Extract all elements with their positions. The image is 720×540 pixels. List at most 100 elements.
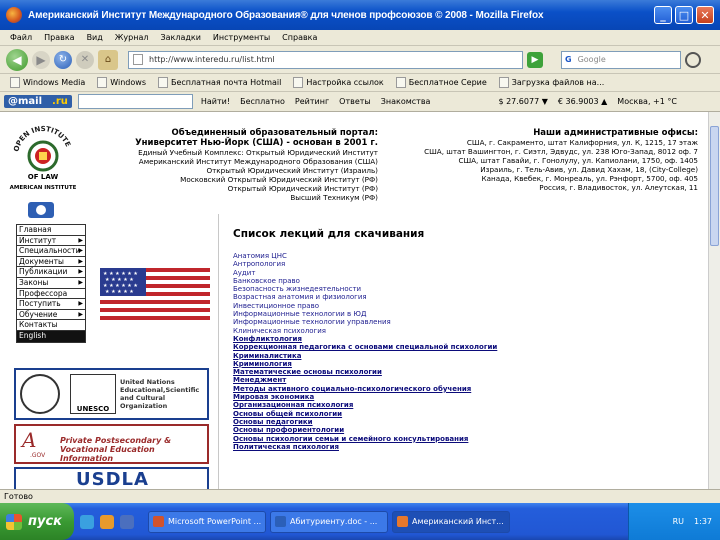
task-word[interactable]: Абитуриенту.doc - ...: [270, 510, 388, 533]
minimize-button[interactable]: _: [654, 6, 672, 24]
word-icon: [275, 516, 286, 527]
quicklaunch-desktop-icon[interactable]: [120, 514, 134, 529]
lecture-link[interactable]: Математические основы психологии: [233, 368, 693, 376]
menu-help[interactable]: Справка: [282, 33, 317, 42]
nav-item-contacts[interactable]: Контакты: [17, 320, 85, 331]
menu-bookmarks[interactable]: Закладки: [160, 33, 200, 42]
arrow-right-icon: ▶: [78, 300, 83, 308]
nav-item-english[interactable]: English: [17, 330, 85, 342]
firefox-icon: [397, 516, 408, 527]
lecture-link[interactable]: Антропология: [233, 260, 693, 268]
lecture-link[interactable]: Безопасность жизнедеятельности: [233, 285, 693, 293]
lecture-link[interactable]: Информационные технологии в ЮД: [233, 310, 693, 318]
unesco-banner[interactable]: UNESCO United Nations Educational,Scient…: [14, 368, 209, 420]
bookmark-item[interactable]: Бесплатная почта Hotmail: [158, 77, 281, 88]
stop-button[interactable]: ✕: [76, 50, 94, 69]
language-indicator[interactable]: RU: [673, 517, 684, 526]
mailru-item[interactable]: Знакомства: [381, 97, 431, 106]
nav-item-publications[interactable]: Публикации ▶: [17, 267, 85, 278]
nav-item-admission[interactable]: Поступить ▶: [17, 299, 85, 310]
back-button[interactable]: ◀: [6, 48, 28, 71]
institute-logo: OPEN INSTITUTE OF LAW AMERICAN INSTITUTE: [8, 118, 78, 200]
bookmark-item[interactable]: Бесплатное Cерие: [395, 77, 487, 88]
menu-edit[interactable]: Правка: [44, 33, 74, 42]
lecture-link[interactable]: Коррекционная педагогика с основами спец…: [233, 343, 693, 351]
maximize-button[interactable]: □: [675, 6, 693, 24]
quicklaunch-firefox-icon[interactable]: [100, 514, 114, 529]
start-button[interactable]: пуск: [0, 503, 74, 540]
lecture-link[interactable]: Основы педагогики: [233, 418, 693, 426]
lecture-link[interactable]: Возрастная анатомия и физиология: [233, 293, 693, 301]
agov-banner[interactable]: A .GOV Private Postsecondary & Vocationa…: [14, 424, 209, 464]
lecture-link[interactable]: Информационные технологии управления: [233, 318, 693, 326]
nav-item-laws[interactable]: Законы ▶: [17, 277, 85, 289]
arrow-right-icon: ▶: [78, 268, 83, 276]
quicklaunch-ie-icon[interactable]: [80, 514, 94, 529]
search-input[interactable]: G Google: [561, 50, 681, 69]
lecture-link[interactable]: Основы общей психологии: [233, 410, 693, 418]
lecture-link[interactable]: Менеджмент: [233, 376, 693, 384]
reload-button[interactable]: ↻: [54, 50, 72, 69]
mailru-logo[interactable]: @mail .ru: [4, 95, 72, 108]
lecture-link[interactable]: Организационная психология: [233, 401, 693, 409]
bookmark-item[interactable]: Windows: [97, 77, 146, 88]
url-text: http://www.interedu.ru/list.html: [149, 55, 275, 64]
unesco-text: United Nations Educational,Scientific an…: [120, 378, 200, 410]
menu-history[interactable]: Журнал: [115, 33, 149, 42]
mailru-item[interactable]: Ответы: [339, 97, 371, 106]
lecture-link[interactable]: Анатомия ЦНС: [233, 252, 693, 260]
page-scrollbar[interactable]: [708, 112, 720, 489]
lecture-link[interactable]: Мировая экономика: [233, 393, 693, 401]
window-title-bar[interactable]: Американский Институт Международного Обр…: [0, 0, 720, 30]
bookmark-icon: [293, 77, 304, 88]
scrollbar-thumb[interactable]: [710, 126, 719, 246]
agov-gov: .GOV: [30, 452, 46, 459]
nav-item-documents[interactable]: Документы ▶: [17, 256, 85, 268]
mailru-item[interactable]: Рейтинг: [295, 97, 329, 106]
lecture-link[interactable]: Основы психологии семьи и семейного конс…: [233, 435, 693, 443]
download-icon: [498, 77, 509, 88]
lecture-link[interactable]: Политическая психология: [233, 443, 693, 451]
bookmark-icon: [10, 77, 20, 88]
forward-button[interactable]: ▶: [32, 50, 50, 69]
office-line: Израиль, г. Тель-Авив, ул. Давид Хахам, …: [480, 165, 698, 174]
lecture-link[interactable]: Криминалистика: [233, 352, 693, 360]
menu-file[interactable]: Файл: [10, 33, 32, 42]
lecture-link[interactable]: Методы активного социально-психологическ…: [233, 385, 693, 393]
lecture-link[interactable]: Инвестиционное право: [233, 302, 693, 310]
mailru-item[interactable]: Бесплатно: [240, 97, 285, 106]
usdla-banner[interactable]: USDLA: [14, 467, 209, 489]
mailru-search-input[interactable]: [77, 94, 193, 109]
usd-rate: $ 27.6077 ▼: [498, 97, 548, 106]
lecture-link[interactable]: Основы профориентологии: [233, 426, 693, 434]
bookmark-item[interactable]: Загрузка файлов на...: [498, 77, 604, 88]
mailru-find-button[interactable]: Найти!: [201, 97, 230, 106]
lecture-link[interactable]: Конфликтология: [233, 335, 693, 343]
task-powerpoint[interactable]: Microsoft PowerPoint ...: [148, 510, 266, 533]
nav-item-professors[interactable]: Профессора: [17, 288, 85, 300]
lecture-link[interactable]: Аудит: [233, 269, 693, 277]
go-button[interactable]: ▶: [527, 51, 543, 68]
bookmark-item[interactable]: Настройка ссылок: [293, 77, 384, 88]
lecture-link[interactable]: Криминология: [233, 360, 693, 368]
menu-view[interactable]: Вид: [87, 33, 103, 42]
bookmark-icon: [395, 77, 406, 88]
menu-tools[interactable]: Инструменты: [213, 33, 270, 42]
close-button[interactable]: ✕: [696, 6, 714, 24]
url-input[interactable]: http://www.interedu.ru/list.html: [128, 50, 523, 69]
nav-item-institute[interactable]: Институт ▶: [17, 235, 85, 247]
bookmark-item[interactable]: Windows Media: [10, 77, 85, 88]
arrow-right-icon: ▶: [78, 278, 83, 286]
task-firefox[interactable]: Американский Инст...: [392, 510, 510, 533]
bookmark-icon: [158, 77, 168, 88]
nav-item-home[interactable]: Главная: [17, 225, 85, 236]
nav-item-specialties[interactable]: Специальности ▶: [17, 246, 85, 257]
usdla-logo: USDLA: [76, 469, 149, 489]
home-button[interactable]: ⌂: [98, 49, 118, 70]
firefox-icon: [6, 7, 22, 23]
search-icon[interactable]: [685, 51, 701, 68]
lecture-link[interactable]: Клиническая психология: [233, 327, 693, 335]
nav-item-study[interactable]: Обучение ▶: [17, 309, 85, 321]
lecture-link[interactable]: Банковское право: [233, 277, 693, 285]
system-tray: RU 1:37: [628, 503, 720, 540]
